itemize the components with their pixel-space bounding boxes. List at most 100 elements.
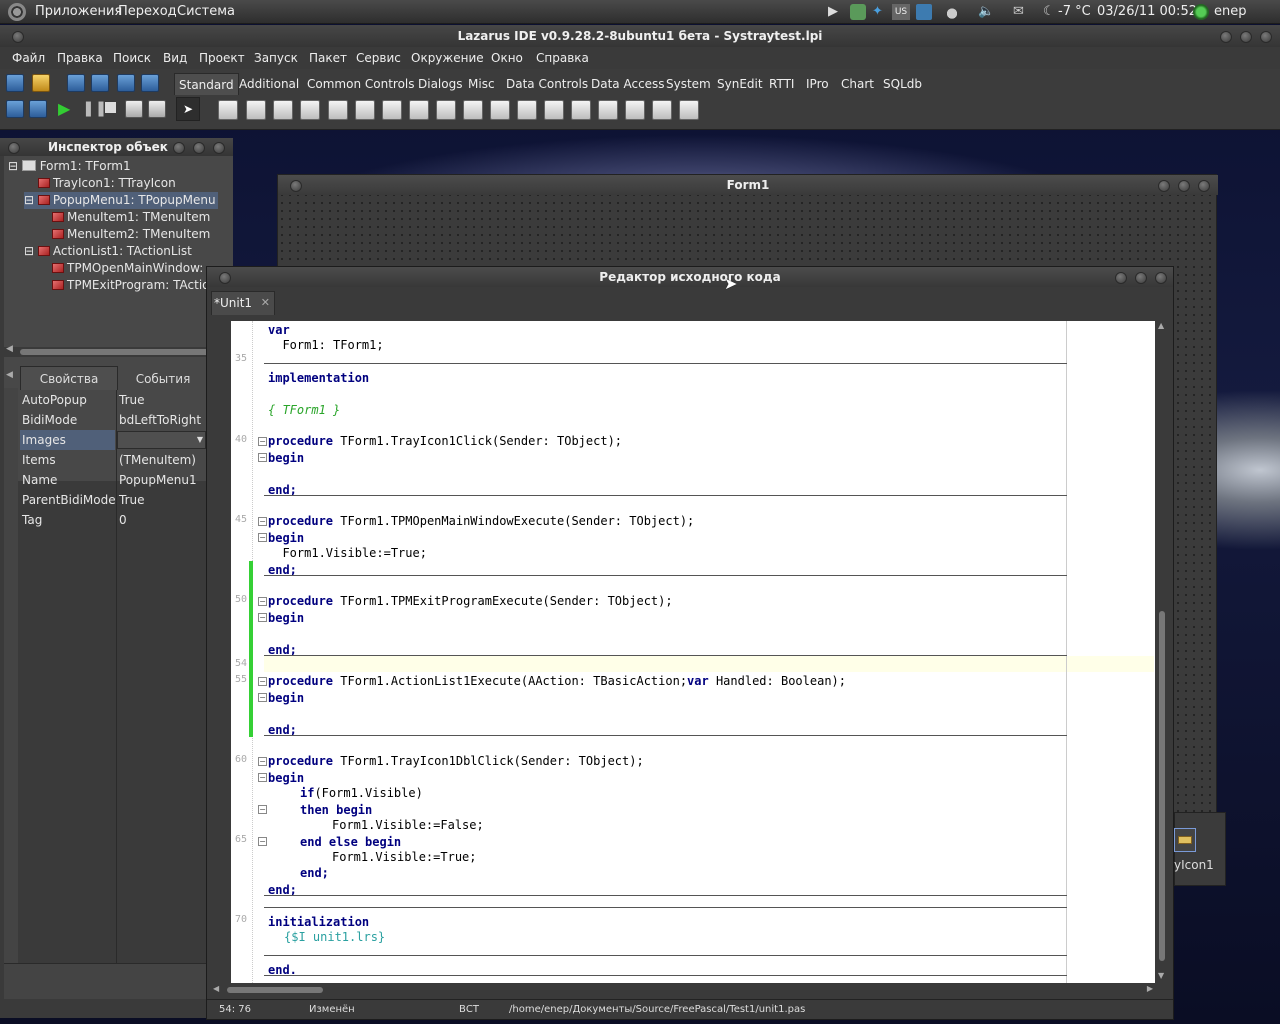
menu-environment[interactable]: Окружение [411,51,484,65]
stop-icon[interactable] [105,102,116,113]
tree-horizontal-scrollbar[interactable]: ◀ [4,344,233,357]
toggle-form-unit-icon[interactable] [141,74,159,92]
temperature-label[interactable]: -7 °C [1058,4,1091,19]
new-unit-icon[interactable] [6,74,24,92]
tlabel-icon[interactable] [300,100,320,120]
minimize-button[interactable] [1220,30,1232,43]
save-all-icon[interactable] [91,74,109,92]
fold-toggle-icon[interactable]: − [258,805,267,814]
window-menu-icon[interactable] [290,179,302,192]
close-button[interactable] [1198,179,1210,192]
tmainmenu-icon[interactable] [218,100,238,120]
tab-system[interactable]: System [662,73,715,95]
tree-item[interactable]: TPMExitProgram: TAction [52,277,207,294]
window-menu-icon[interactable] [8,141,20,154]
keyboard-layout-badge[interactable]: us [892,4,910,20]
fold-toggle-icon[interactable]: − [258,773,267,782]
view-forms-icon[interactable] [29,100,47,118]
tree-item[interactable]: ⊟ ActionList1: TActionList [24,243,192,260]
minimize-button[interactable] [173,141,185,154]
selection-pointer-icon[interactable]: ➤ [176,97,200,121]
tcheckgroup-icon[interactable] [598,100,618,120]
editor-tab-unit1[interactable]: *Unit1 ✕ [211,291,275,315]
trayicon-component[interactable] [1174,828,1196,852]
tree-item[interactable]: MenuItem1: TMenuItem [52,209,210,226]
display-icon[interactable] [916,4,932,20]
tradiogroup-icon[interactable] [571,100,591,120]
save-icon[interactable] [67,74,85,92]
property-row[interactable]: AutoPopup True [20,390,206,410]
tlistbox-icon[interactable] [463,100,483,120]
scroll-left-icon[interactable]: ◀ [6,344,13,354]
property-value-combo[interactable]: ▼ [117,431,206,449]
fold-toggle-icon[interactable]: − [258,757,267,766]
fold-toggle-icon[interactable]: − [258,533,267,542]
tgroupbox-icon[interactable] [544,100,564,120]
scroll-left-icon[interactable]: ◀ [213,984,219,993]
tframe-icon[interactable] [652,100,672,120]
tree-item[interactable]: TrayIcon1: TTrayIcon [38,175,176,192]
tpopupmenu-icon[interactable] [246,100,266,120]
menu-package[interactable]: Пакет [309,51,347,65]
scroll-down-icon[interactable]: ▼ [1158,971,1164,980]
fold-toggle-icon[interactable]: − [258,613,267,622]
menu-search[interactable]: Поиск [113,51,151,65]
user-name[interactable]: enep [1214,4,1247,19]
scroll-up-icon[interactable]: ▲ [1158,321,1164,330]
scroll-right-icon[interactable]: ▶ [1147,984,1153,993]
window-menu-icon[interactable] [12,30,24,43]
tree-item-selected[interactable]: ⊟ PopupMenu1: TPopupMenu [24,192,218,209]
property-row[interactable]: BidiMode bdLeftToRight [20,410,206,430]
tab-dialogs[interactable]: Dialogs [414,73,466,95]
fold-toggle-icon[interactable]: − [258,517,267,526]
editor-vertical-scrollbar[interactable]: ▲ ▼ [1155,321,1169,983]
scrollbar-thumb[interactable] [1159,611,1165,961]
close-tab-icon[interactable]: ✕ [261,292,270,314]
close-button[interactable] [213,141,225,154]
tpanel-icon[interactable] [625,100,645,120]
property-row[interactable]: Name PopupMenu1 [20,470,206,490]
tab-data-controls[interactable]: Data Controls [502,73,592,95]
scrollbar-thumb[interactable] [227,987,323,993]
scrollbar-thumb[interactable] [20,349,210,355]
menu-window[interactable]: Окно [491,51,523,65]
tab-chart[interactable]: Chart [837,73,878,95]
menu-file[interactable]: Файл [12,51,45,65]
tmemo-icon[interactable] [355,100,375,120]
menu-project[interactable]: Проект [199,51,245,65]
tab-misc[interactable]: Misc [464,73,499,95]
maximize-button[interactable] [1178,179,1190,192]
step-over-icon[interactable] [148,100,166,118]
run-icon[interactable]: ▶ [58,99,70,118]
tab-properties[interactable]: Свойства [20,366,118,390]
close-button[interactable] [1260,30,1272,43]
weather-cloud-icon[interactable] [944,4,960,20]
menu-run[interactable]: Запуск [254,51,298,65]
tree-item[interactable]: ⊟ Form1: TForm1 [8,158,131,175]
dropbox-icon[interactable]: ✦ [872,4,888,20]
maximize-button[interactable] [1135,271,1147,284]
property-row-selected[interactable]: Images ▼ [20,430,206,450]
property-row[interactable]: ParentBidiMode True [20,490,206,510]
tabs-scroll-left-icon[interactable]: ◀ [6,370,13,380]
tcombobox-icon[interactable] [490,100,510,120]
tab-rtti[interactable]: RTTI [765,73,798,95]
tbutton-icon[interactable] [273,100,293,120]
minimize-button[interactable] [1115,271,1127,284]
close-button[interactable] [1155,271,1167,284]
fold-toggle-icon[interactable]: − [258,453,267,462]
menu-help[interactable]: Справка [536,51,589,65]
property-row[interactable]: Items (TMenuItem) [20,450,206,470]
tab-data-access[interactable]: Data Access [587,73,669,95]
menu-tools[interactable]: Сервис [356,51,401,65]
new-form-icon[interactable] [117,74,135,92]
mail-icon[interactable]: ✉ [1013,4,1029,20]
tab-synedit[interactable]: SynEdit [713,73,767,95]
network-icon[interactable] [850,4,866,20]
pause-icon[interactable]: ❚❚ [82,99,107,117]
window-menu-icon[interactable] [219,271,231,284]
tactionlist-icon[interactable] [679,100,699,120]
tscrollbar-icon[interactable] [517,100,537,120]
fold-toggle-icon[interactable]: − [258,693,267,702]
ubuntu-logo-icon[interactable] [8,3,26,21]
